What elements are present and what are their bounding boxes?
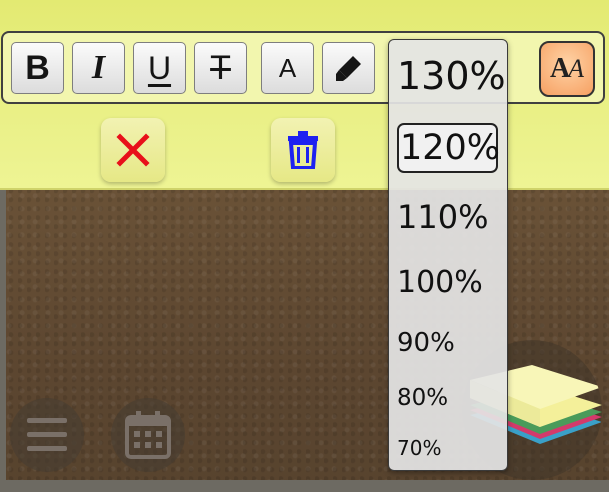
close-icon (116, 133, 150, 167)
trash-icon (288, 131, 318, 169)
calendar-button[interactable] (111, 398, 185, 472)
font-color-button[interactable]: A (261, 42, 314, 94)
strikethrough-label: T (210, 48, 231, 87)
hamburger-menu-icon (27, 418, 67, 451)
zoom-option-100[interactable]: 100% (397, 265, 483, 300)
board-frame-bottom (0, 480, 609, 492)
bold-label: B (25, 48, 50, 87)
zoom-dropdown-menu: 130% 120% 110% 100% 90% 80% 70% (388, 39, 508, 471)
zoom-option-130[interactable]: 130% (397, 54, 506, 98)
italic-button[interactable]: I (72, 42, 125, 94)
highlight-button[interactable] (322, 42, 375, 94)
font-size-button[interactable]: AA (539, 41, 595, 97)
cancel-button[interactable] (101, 118, 165, 182)
board-frame-left (0, 188, 6, 492)
delete-button[interactable] (271, 118, 335, 182)
bold-button[interactable]: B (11, 42, 64, 94)
zoom-option-80[interactable]: 80% (397, 385, 448, 411)
underline-label: U (147, 49, 172, 86)
menu-button[interactable] (10, 398, 84, 472)
strikethrough-button[interactable]: T (194, 42, 247, 94)
zoom-option-110[interactable]: 110% (397, 198, 488, 236)
zoom-option-90[interactable]: 90% (397, 328, 455, 358)
zoom-option-70[interactable]: 70% (397, 436, 441, 460)
marker-icon (335, 56, 361, 81)
zoom-option-120-selected[interactable]: 120% (397, 123, 500, 173)
calendar-icon (125, 411, 171, 459)
underline-button[interactable]: U (133, 42, 186, 94)
font-size-icon: AA (549, 53, 585, 84)
italic-label: I (91, 49, 106, 86)
font-color-label: A (278, 52, 297, 83)
formatting-toolbar: B I U T A (1, 31, 605, 104)
